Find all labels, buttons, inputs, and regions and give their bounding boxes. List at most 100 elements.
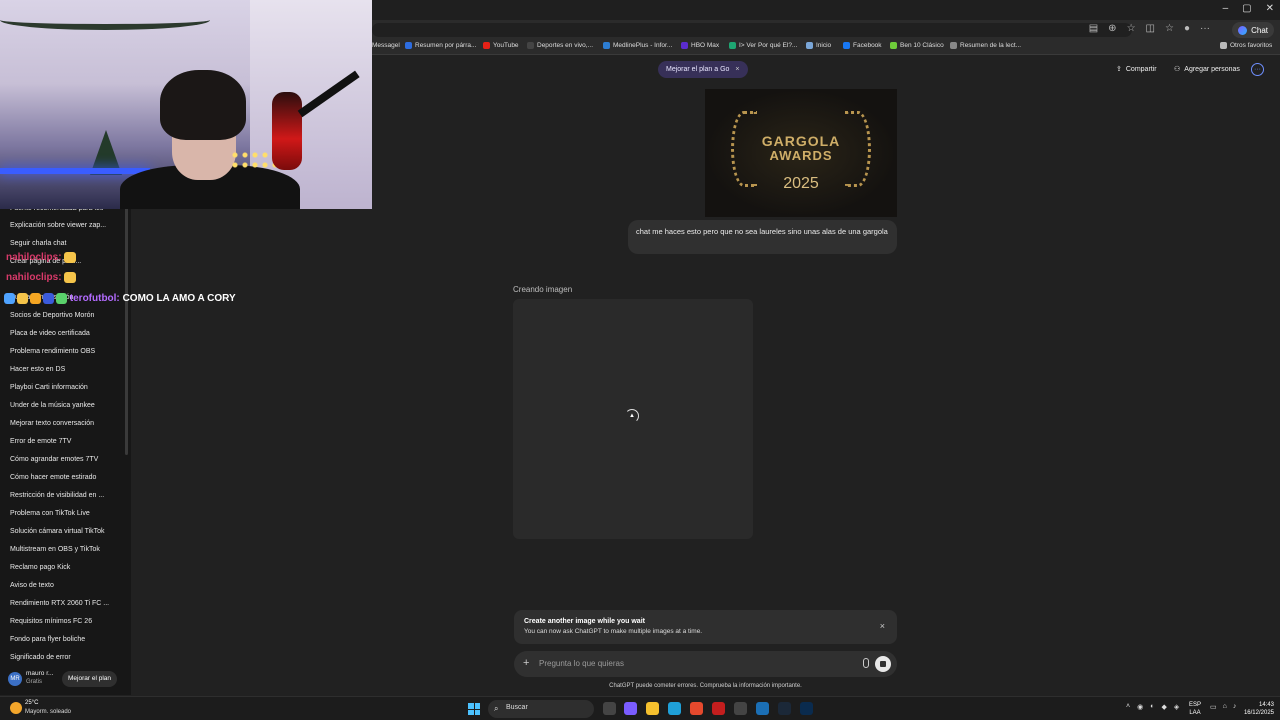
microphone-icon[interactable] bbox=[863, 658, 869, 668]
search-icon: ⌕ bbox=[494, 704, 499, 713]
close-icon[interactable]: × bbox=[735, 66, 739, 73]
bookmark-item[interactable]: Resumen por párra... bbox=[405, 42, 476, 49]
window-controls: – ▢ ✕ bbox=[1223, 3, 1274, 14]
obs-icon[interactable] bbox=[734, 702, 747, 715]
clock[interactable]: 14:43 16/12/2025 bbox=[1238, 701, 1274, 717]
user-account[interactable]: MR mauro r... Gratis Mejorar el plan bbox=[0, 665, 131, 695]
bookmark-item[interactable]: MedlinePlus - Infor... bbox=[603, 42, 672, 49]
bookmark-icon bbox=[405, 42, 412, 49]
weather-temperature[interactable]: 25°C bbox=[25, 700, 38, 706]
sidebar-item[interactable]: Restricción de visibilidad en ... bbox=[10, 492, 104, 499]
edge-icon[interactable] bbox=[668, 702, 681, 715]
sidebar-item[interactable]: Problema con TikTok Live bbox=[10, 510, 90, 517]
chat-message: COMO LA AMO A CORY bbox=[122, 293, 236, 305]
attach-plus-button[interactable]: + bbox=[523, 657, 529, 669]
favorite-star-icon[interactable]: ☆ bbox=[1127, 23, 1136, 34]
zoom-icon[interactable]: ⊕ bbox=[1108, 23, 1116, 34]
sidebar-item[interactable]: Seguir charla chat bbox=[10, 240, 66, 247]
task-view-icon[interactable] bbox=[603, 702, 616, 715]
sidebar-item[interactable]: Playboi Carti información bbox=[10, 384, 88, 391]
bookmark-item[interactable]: Deportes en vivo,... bbox=[527, 42, 593, 49]
sidebar-item[interactable]: Cómo hacer emote estirado bbox=[10, 474, 96, 481]
badge-icon bbox=[17, 293, 28, 304]
sidebar-item[interactable]: Requisitos mínimos FC 26 bbox=[10, 618, 92, 625]
streamer-hair bbox=[160, 70, 246, 140]
upgrade-plan-pill[interactable]: Mejorar el plan a Go × bbox=[658, 61, 748, 78]
bookmark-item[interactable]: YouTube bbox=[483, 42, 519, 49]
bookmark-item[interactable]: I> Ver Por qué El?... bbox=[729, 42, 797, 49]
url-field[interactable] bbox=[372, 23, 1132, 37]
steam-icon[interactable] bbox=[778, 702, 791, 715]
app-icon[interactable] bbox=[756, 702, 769, 715]
sidebar-item[interactable]: Mejorar texto conversación bbox=[10, 420, 94, 427]
sidebar-item[interactable]: Hacer esto en DS bbox=[10, 366, 65, 373]
bookmark-icon bbox=[890, 42, 897, 49]
sidebar-item[interactable]: Aviso de texto bbox=[10, 582, 54, 589]
chat-username: nahiloclips: bbox=[6, 272, 62, 284]
bookmark-item[interactable]: Inicio bbox=[806, 42, 831, 49]
other-favorites[interactable]: Otros favoritos bbox=[1220, 42, 1272, 49]
bookmark-item[interactable]: Facebook bbox=[843, 42, 882, 49]
brave-icon[interactable] bbox=[690, 702, 703, 715]
maximize-button[interactable]: ▢ bbox=[1242, 3, 1251, 14]
sidebar-item[interactable]: Cómo agrandar emotes 7TV bbox=[10, 456, 98, 463]
favorites-icon[interactable]: ☆ bbox=[1165, 23, 1174, 34]
bookmark-item[interactable]: Resumen de la lect... bbox=[950, 42, 1021, 49]
quick-settings[interactable]: ▭ ⌂ ♪ bbox=[1210, 703, 1236, 711]
sidebar-upgrade-button[interactable]: Mejorar el plan bbox=[62, 671, 117, 687]
share-button[interactable]: ⇪ Compartir bbox=[1116, 65, 1157, 74]
app-icon[interactable] bbox=[712, 702, 725, 715]
start-button[interactable] bbox=[468, 703, 480, 715]
disclaimer-text: ChatGPT puede cometer errores. Comprueba… bbox=[609, 683, 802, 689]
sidebar-item[interactable]: Explicación sobre viewer zap... bbox=[10, 222, 106, 229]
youtube-icon bbox=[483, 42, 490, 49]
file-explorer-icon[interactable] bbox=[646, 702, 659, 715]
image-icon: ▲ bbox=[629, 413, 635, 419]
chevron-up-icon[interactable]: ˄ bbox=[1126, 703, 1130, 711]
photoshop-icon[interactable] bbox=[800, 702, 813, 715]
sidebar-item[interactable]: Significado de error bbox=[10, 654, 71, 661]
chat-line: nahiloclips: bbox=[6, 272, 76, 283]
browser-menu-icon[interactable]: ··· bbox=[1200, 23, 1210, 34]
close-window-button[interactable]: ✕ bbox=[1266, 3, 1274, 14]
reader-icon[interactable]: ▤ bbox=[1089, 23, 1098, 34]
tray-app-icon[interactable]: ◆ bbox=[1161, 703, 1166, 711]
add-people-button[interactable]: ⚇ Agregar personas bbox=[1174, 65, 1240, 74]
sidebar-item[interactable]: Under de la música yankee bbox=[10, 402, 95, 409]
minimize-button[interactable]: – bbox=[1223, 3, 1229, 14]
tray-app-icon[interactable]: ◈ bbox=[1174, 703, 1179, 711]
sidebar-item[interactable]: Placa de video certificada bbox=[10, 330, 90, 337]
sidebar-item[interactable]: Socios de Deportivo Morón bbox=[10, 312, 94, 319]
prompt-input[interactable]: Pregunta lo que quieras bbox=[539, 659, 624, 668]
copilot-app-icon[interactable] bbox=[624, 702, 637, 715]
taskbar-search[interactable]: ⌕ Buscar bbox=[488, 700, 594, 718]
badge-icon bbox=[4, 293, 15, 304]
sidebar-item[interactable]: Multistream en OBS y TikTok bbox=[10, 546, 100, 553]
voice-mode-button[interactable] bbox=[875, 656, 891, 672]
close-icon[interactable]: × bbox=[880, 621, 885, 631]
sidebar-item[interactable]: Problema rendimiento OBS bbox=[10, 348, 95, 355]
sidebar-item[interactable]: Error de emote 7TV bbox=[10, 438, 71, 445]
bookmark-item[interactable]: Ben 10 Clásico bbox=[890, 42, 944, 49]
sidebar-item[interactable]: Reclamo pago Kick bbox=[10, 564, 70, 571]
profile-icon[interactable]: ● bbox=[1184, 23, 1190, 34]
weather-sun-icon[interactable] bbox=[10, 702, 22, 714]
split-icon[interactable]: ◫ bbox=[1146, 23, 1155, 34]
more-options-button[interactable]: ··· bbox=[1251, 63, 1264, 76]
sidebar-item[interactable]: Rendimiento RTX 2060 Ti FC ... bbox=[10, 600, 109, 607]
uploaded-award-image[interactable]: GARGOLA AWARDS 2025 bbox=[705, 89, 897, 217]
clock-time: 14:43 bbox=[1258, 702, 1274, 708]
copilot-chat-button[interactable]: Chat bbox=[1232, 22, 1274, 38]
sidebar-item[interactable]: Fondo para flyer boliche bbox=[10, 636, 85, 643]
chat-line: nahiloclips: bbox=[6, 252, 76, 263]
sidebar-item[interactable]: Solución cámara virtual TikTok bbox=[10, 528, 105, 535]
notice-body: You can now ask ChatGPT to make multiple… bbox=[524, 628, 703, 635]
tray-app-icon[interactable]: ◉ bbox=[1137, 703, 1143, 711]
sidebar-scrollbar[interactable] bbox=[125, 205, 128, 455]
bookmark-item[interactable]: Messagel bbox=[372, 42, 400, 49]
weather-description[interactable]: Mayorm. soleado bbox=[25, 709, 71, 715]
tray-app-icon[interactable]: ◐ bbox=[1150, 703, 1154, 711]
bookmark-label: I> Ver Por qué El?... bbox=[739, 42, 798, 49]
language-indicator[interactable]: ESP LAA bbox=[1189, 701, 1201, 717]
bookmark-item[interactable]: HBO Max bbox=[681, 42, 719, 49]
